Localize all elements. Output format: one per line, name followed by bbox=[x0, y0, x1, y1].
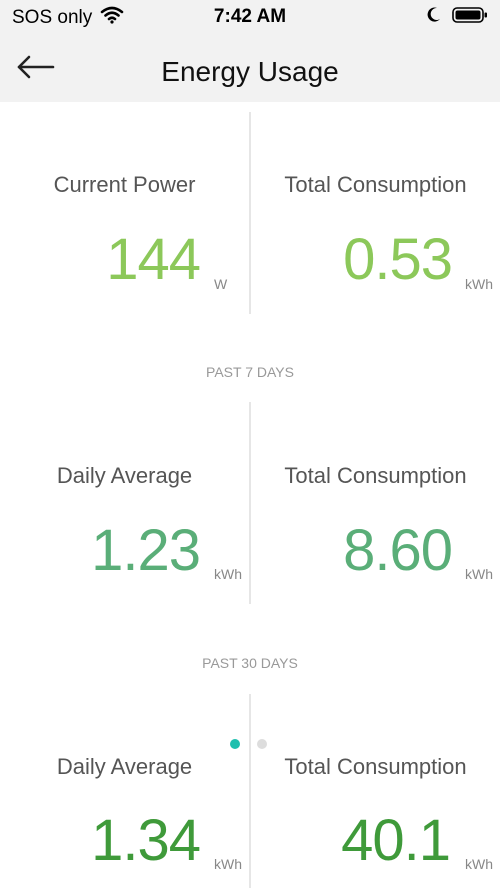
battery-icon bbox=[452, 6, 488, 29]
column-divider bbox=[249, 402, 251, 604]
daily-average-7d-value: 1.23 bbox=[91, 518, 201, 583]
current-power-unit: W bbox=[214, 276, 228, 292]
daily-average-30d-value: 1.34 bbox=[91, 808, 201, 873]
current-power-label: Current Power bbox=[53, 172, 196, 197]
page-dot-inactive[interactable] bbox=[257, 739, 267, 749]
column-divider bbox=[249, 112, 251, 314]
total-consumption-7d-value: 8.60 bbox=[343, 518, 453, 583]
status-bar: SOS only 7:42 AM bbox=[0, 0, 500, 34]
total-consumption-30d-value: 40.1 bbox=[341, 808, 451, 873]
total-consumption-now-value: 0.53 bbox=[343, 227, 453, 292]
daily-average-30d-unit: kWh bbox=[214, 856, 242, 872]
energy-usage-screen: SOS only 7:42 AM Energy Usage Current Po… bbox=[0, 0, 500, 888]
status-time: 7:42 AM bbox=[213, 6, 287, 27]
past-30-days-header: PAST 30 DAYS bbox=[202, 655, 298, 671]
daily-average-7d-label: Daily Average bbox=[56, 463, 193, 488]
page-dot-active[interactable] bbox=[230, 739, 240, 749]
daily-average-30d-label: Daily Average bbox=[56, 754, 193, 779]
total-consumption-now-label: Total Consumption bbox=[284, 172, 467, 197]
total-consumption-30d-label: Total Consumption bbox=[284, 754, 467, 779]
status-right bbox=[426, 6, 488, 29]
total-consumption-30d-unit: kWh bbox=[465, 856, 493, 872]
total-consumption-7d-unit: kWh bbox=[465, 566, 493, 582]
nav-bar: Energy Usage bbox=[0, 34, 500, 102]
total-consumption-7d-label: Total Consumption bbox=[284, 463, 467, 488]
column-divider bbox=[249, 694, 251, 888]
moon-icon bbox=[426, 6, 442, 29]
daily-average-7d-unit: kWh bbox=[214, 566, 242, 582]
total-consumption-now-unit: kWh bbox=[465, 276, 493, 292]
past-7-days-header: PAST 7 DAYS bbox=[206, 364, 294, 380]
current-power-value: 144 bbox=[106, 227, 201, 292]
page-indicator[interactable] bbox=[230, 739, 267, 749]
page-title: Energy Usage bbox=[161, 56, 339, 87]
